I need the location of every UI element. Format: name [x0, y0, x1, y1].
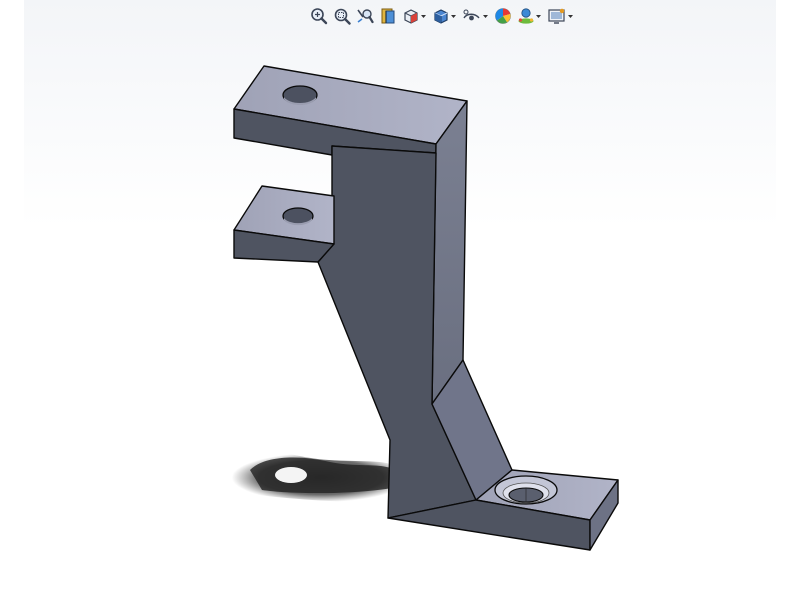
upright-side-face: [431, 100, 468, 405]
upper-hole: [282, 85, 318, 105]
ground-shadow: [231, 452, 410, 503]
part-model[interactable]: [24, 0, 776, 600]
countersunk-hole: [494, 475, 558, 505]
middle-hole: [282, 207, 314, 226]
graphics-viewport[interactable]: [24, 0, 776, 600]
